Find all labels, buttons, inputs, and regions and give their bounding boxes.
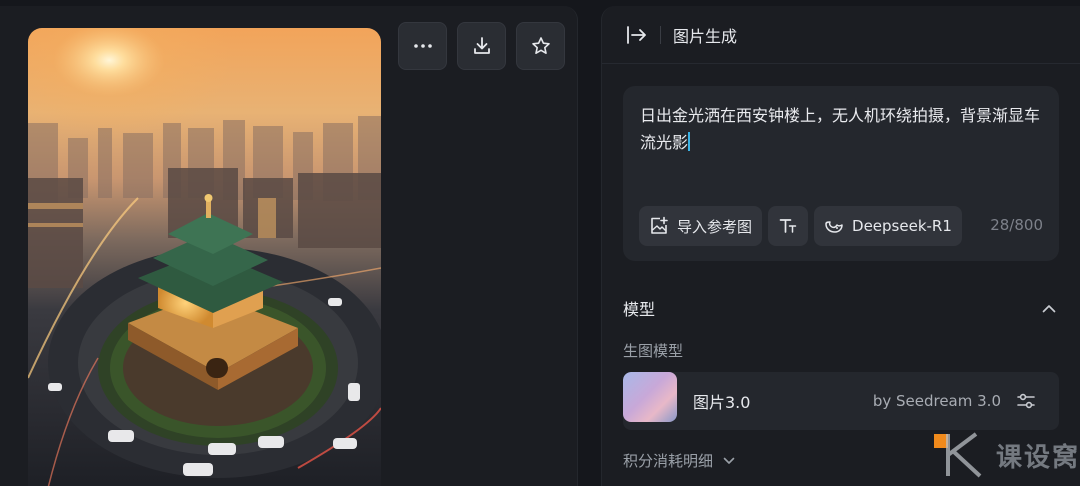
download-icon: [473, 37, 490, 54]
import-reference-button[interactable]: 导入参考图: [639, 206, 763, 246]
model-selector[interactable]: 图片3.0 by Seedream 3.0: [623, 372, 1059, 430]
image-add-icon: [651, 216, 668, 234]
config-panel: 图片生成 日出金光洒在西安钟楼上，无人机环绕拍摄，背景渐显车流光影 导入参考图: [601, 6, 1080, 486]
char-counter: 28/800: [990, 216, 1043, 234]
generated-image-art: [28, 28, 381, 486]
panel-header: 图片生成: [602, 6, 1080, 64]
model-provider: by Seedream 3.0: [872, 392, 1001, 410]
deepseek-model-label: Deepseek-R1: [852, 217, 952, 235]
canvas-panel: [0, 6, 578, 486]
chevron-up-icon[interactable]: [1039, 298, 1059, 318]
arrow-right-to-line-icon: [627, 25, 646, 44]
text-caret: [688, 132, 690, 151]
collapse-panel-button[interactable]: [624, 22, 650, 48]
import-reference-label: 导入参考图: [677, 217, 753, 236]
watermark-logo-icon: [933, 432, 982, 478]
star-icon: [531, 37, 550, 54]
ellipsis-icon: [413, 44, 432, 48]
header-divider: [660, 25, 661, 44]
model-name: 图片3.0: [693, 393, 751, 412]
panel-title: 图片生成: [673, 26, 738, 46]
generated-image[interactable]: [28, 28, 381, 486]
prompt-input[interactable]: 日出金光洒在西安钟楼上，无人机环绕拍摄，背景渐显车流光影: [640, 102, 1040, 156]
image-model-label: 生图模型: [623, 342, 684, 360]
deepseek-whale-icon: [825, 221, 843, 233]
text-format-icon: [779, 219, 797, 233]
text-style-button[interactable]: [768, 206, 809, 246]
model-section-title: 模型: [623, 300, 656, 319]
points-detail-label: 积分消耗明细: [623, 452, 714, 470]
download-button[interactable]: [457, 22, 506, 70]
prompt-text: 日出金光洒在西安钟楼上，无人机环绕拍摄，背景渐显车流光影: [640, 106, 1041, 152]
model-section-header[interactable]: 模型: [623, 294, 1059, 322]
favorite-button[interactable]: [516, 22, 565, 70]
sliders-icon[interactable]: [1015, 390, 1037, 412]
model-thumbnail: [623, 372, 677, 422]
app-root: 图片生成 日出金光洒在西安钟楼上，无人机环绕拍摄，背景渐显车流光影 导入参考图: [0, 0, 1080, 486]
prompt-input-box[interactable]: 日出金光洒在西安钟楼上，无人机环绕拍摄，背景渐显车流光影 导入参考图 Deeps…: [623, 86, 1059, 261]
watermark: 课设窝: [932, 430, 1080, 480]
prompt-toolbar: 导入参考图 Deepseek-R1: [639, 206, 962, 246]
watermark-text: 课设窝: [995, 442, 1080, 473]
more-button[interactable]: [398, 22, 447, 70]
deepseek-model-toggle[interactable]: Deepseek-R1: [814, 206, 962, 246]
image-actions: [398, 22, 565, 70]
chevron-down-icon: [723, 457, 735, 464]
